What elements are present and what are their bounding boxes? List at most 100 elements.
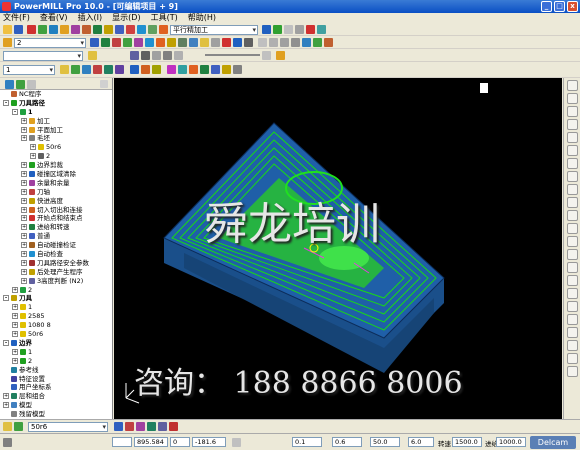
status-tool-combo[interactable]: 50r6 [28, 422, 108, 432]
view-iso3-icon[interactable] [566, 171, 578, 182]
wireframe-icon[interactable] [141, 65, 150, 74]
pan-icon[interactable] [269, 38, 278, 47]
gouge-icon[interactable] [167, 38, 176, 47]
menu-view[interactable]: 查看(V) [40, 13, 68, 23]
strategy-combo[interactable]: 平行精加工 [170, 25, 258, 35]
view-top-icon[interactable] [566, 80, 578, 91]
view-right-icon[interactable] [566, 119, 578, 130]
nc-program-icon[interactable] [115, 25, 124, 34]
tree-node[interactable]: - 刀具路径 [0, 99, 112, 108]
tree-node[interactable]: +2585 [0, 312, 112, 321]
tree-node[interactable]: + 刀具路径安全参数 [0, 259, 112, 268]
tree-toggle-icon[interactable]: + [21, 162, 27, 169]
tree-node[interactable]: +50r6 [0, 143, 112, 152]
cancel-icon[interactable] [222, 38, 231, 47]
activate-icon[interactable] [90, 38, 99, 47]
warning-icon[interactable] [276, 51, 285, 60]
holder-icon[interactable] [134, 38, 143, 47]
toolpath-icon[interactable] [167, 65, 176, 74]
tree-toggle-icon[interactable]: - [3, 295, 9, 302]
tree-node[interactable]: +1 [0, 348, 112, 357]
options-tab-icon[interactable] [27, 80, 36, 89]
stop-icon[interactable] [306, 25, 315, 34]
explorer-tab-icon[interactable] [5, 80, 14, 89]
tree-node[interactable]: 特征设置 [0, 375, 112, 384]
status-pencil-icon[interactable] [158, 422, 167, 431]
tree-toggle-icon[interactable]: + [21, 117, 27, 124]
tolerance-field[interactable]: 0.1 [292, 437, 322, 447]
play-icon[interactable] [130, 51, 139, 60]
tree-node[interactable]: +2 [0, 357, 112, 366]
tree-toggle-icon[interactable]: + [21, 224, 27, 231]
shade-mode-icon[interactable] [566, 249, 578, 260]
forward-icon[interactable] [174, 51, 183, 60]
shank-icon[interactable] [145, 38, 154, 47]
tree-node[interactable]: +3高度判断 (N2) [0, 277, 112, 286]
step-icon[interactable] [141, 51, 150, 60]
y-coordinate-field[interactable]: 0 [170, 437, 190, 447]
tree-toggle-icon[interactable]: + [21, 206, 27, 213]
tree-node[interactable]: + 刀轴 [0, 188, 112, 197]
shading-icon[interactable] [148, 25, 157, 34]
shade-icon[interactable] [130, 65, 139, 74]
leads-icon[interactable] [82, 25, 91, 34]
tree-toggle-icon[interactable]: + [21, 268, 27, 275]
menu-display[interactable]: 显示(D) [112, 13, 140, 23]
section-icon[interactable] [566, 314, 578, 325]
show-icon[interactable] [71, 65, 80, 74]
view-back-icon[interactable] [566, 132, 578, 143]
tree-toggle-icon[interactable]: + [21, 277, 27, 284]
html-tab-icon[interactable] [16, 80, 25, 89]
tree-node[interactable]: + 加工 [0, 117, 112, 126]
tree-node[interactable]: -1 [0, 108, 112, 117]
tree-toggle-icon[interactable]: + [21, 233, 27, 240]
tree-node[interactable]: 参考线 [0, 366, 112, 375]
edit-icon[interactable] [101, 38, 110, 47]
calculator-icon[interactable] [27, 25, 36, 34]
grid-icon[interactable] [295, 25, 304, 34]
tree-toggle-icon[interactable]: + [12, 313, 18, 320]
light-icon[interactable] [566, 275, 578, 286]
tree-node[interactable]: + 后处理产生程序 [0, 268, 112, 277]
hide-icon[interactable] [82, 65, 91, 74]
tree-node[interactable]: + 进给和转速 [0, 223, 112, 232]
workplane-icon[interactable] [200, 38, 209, 47]
status-edit-icon[interactable] [125, 422, 134, 431]
view-left-icon[interactable] [566, 106, 578, 117]
tree-node[interactable]: + 快进高度 [0, 197, 112, 206]
menu-tools[interactable]: 工具(T) [151, 13, 178, 23]
rotate-icon[interactable] [280, 38, 289, 47]
slider-thumb-icon[interactable] [262, 51, 271, 60]
tree-toggle-icon[interactable]: - [12, 108, 18, 115]
status-rename-icon[interactable] [136, 422, 145, 431]
top-view-icon[interactable] [313, 38, 322, 47]
tree-toggle-icon[interactable]: + [30, 144, 36, 151]
zoom-out-icon[interactable] [566, 197, 578, 208]
tree-node[interactable]: +1080 8 [0, 321, 112, 330]
tool-status-icon[interactable] [3, 422, 12, 431]
tree-toggle-icon[interactable]: + [21, 126, 27, 133]
surface-icon[interactable] [104, 65, 113, 74]
view-iso2-icon[interactable] [566, 158, 578, 169]
side-view-icon[interactable] [324, 38, 333, 47]
start-point-icon[interactable] [93, 25, 102, 34]
stepover-field[interactable]: 50.0 [370, 437, 400, 447]
rapid-move-icon[interactable] [71, 25, 80, 34]
rewind-icon[interactable] [163, 51, 172, 60]
tree-node[interactable]: + 普通 [0, 232, 112, 241]
toolpath-status-icon[interactable] [14, 422, 23, 431]
tree-toggle-icon[interactable]: + [21, 197, 27, 204]
block-icon[interactable] [49, 25, 58, 34]
speed-field[interactable]: 1500.0 [452, 437, 482, 447]
status-close-icon[interactable] [169, 422, 178, 431]
stock-icon[interactable] [222, 65, 231, 74]
stock-visible-icon[interactable] [566, 366, 578, 377]
pause-icon[interactable] [152, 51, 161, 60]
tool-icon[interactable] [3, 38, 12, 47]
sim-speed-slider[interactable] [205, 54, 260, 56]
tree-toggle-icon[interactable]: + [21, 259, 27, 266]
model-icon[interactable] [189, 38, 198, 47]
tree-toggle-icon[interactable]: + [12, 331, 18, 338]
wire-mode-icon[interactable] [566, 262, 578, 273]
menu-insert[interactable]: 插入(I) [78, 13, 103, 23]
